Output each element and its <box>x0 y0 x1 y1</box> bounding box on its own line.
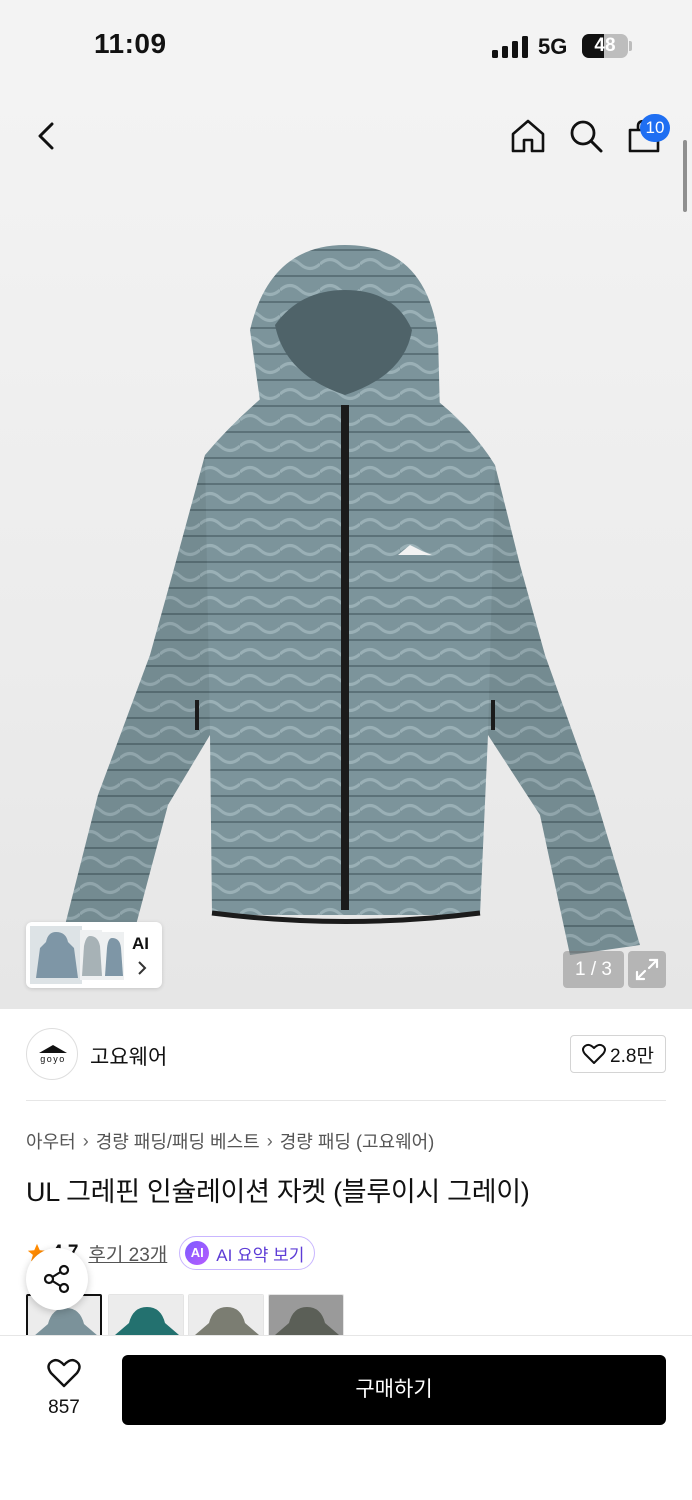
chevron-right-icon <box>138 961 147 975</box>
heart-icon <box>582 1043 607 1064</box>
home-icon <box>511 119 545 153</box>
product-title: UL 그레핀 인슐레이션 자켓 (블루이시 그레이) <box>26 1177 530 1207</box>
wishlist-button[interactable]: 857 <box>26 1358 102 1419</box>
battery-level: 48 <box>594 35 616 56</box>
color-option-teal[interactable] <box>108 1294 184 1336</box>
chevron-right-icon: › <box>266 1130 273 1151</box>
brand-like-count: 2.8만 <box>610 1045 654 1067</box>
network-label: 5G <box>538 34 568 59</box>
search-icon <box>570 120 603 153</box>
signal-icon <box>492 36 528 58</box>
breadcrumb-item-outer[interactable]: 아우터 <box>26 1128 76 1154</box>
chevron-right-icon: › <box>82 1130 89 1151</box>
breadcrumb: 아우터 › 경량 패딩/패딩 베스트 › 경량 패딩 (고요웨어) <box>26 1128 434 1154</box>
ai-summary-label: AI 요약 보기 <box>216 1245 305 1265</box>
wishlist-count: 857 <box>48 1397 80 1418</box>
search-button[interactable] <box>564 114 608 158</box>
back-button[interactable] <box>24 114 68 158</box>
ai-label: AI <box>132 934 149 953</box>
ai-badge-icon: AI <box>185 1241 210 1265</box>
page-scrollbar[interactable] <box>683 140 687 212</box>
color-option-dark-gray[interactable] <box>268 1294 344 1336</box>
brand-like-button[interactable]: 2.8만 <box>570 1035 666 1073</box>
review-count-link[interactable]: 후기 23개 <box>88 1240 167 1267</box>
product-image <box>60 245 640 955</box>
brand-logo[interactable]: goyo <box>26 1028 78 1080</box>
product-image-gallery[interactable] <box>0 95 692 1009</box>
goyo-logo: goyo <box>39 1045 67 1064</box>
share-button[interactable] <box>26 1248 88 1310</box>
cart-count-badge: 10 <box>640 114 670 142</box>
image-counter: 1 / 3 <box>563 951 624 988</box>
breadcrumb-item-light-padding[interactable]: 경량 패딩/패딩 베스트 <box>96 1128 260 1154</box>
expand-icon <box>635 958 659 981</box>
status-time: 11:09 <box>94 28 167 59</box>
share-icon <box>43 1264 70 1294</box>
breadcrumb-item-brand-padding[interactable]: 경량 패딩 (고요웨어) <box>280 1128 434 1154</box>
battery-tip <box>629 41 632 51</box>
buy-button[interactable]: 구매하기 <box>122 1355 666 1425</box>
brand-name[interactable]: 고요웨어 <box>90 1041 167 1071</box>
back-icon <box>38 122 54 150</box>
ai-image-thumbnails[interactable]: AI <box>26 922 162 988</box>
heart-icon <box>47 1358 81 1388</box>
svg-text:goyo: goyo <box>40 1054 66 1064</box>
color-option-olive[interactable] <box>188 1294 264 1336</box>
battery-icon: 48 <box>582 34 628 58</box>
home-button[interactable] <box>506 114 550 158</box>
ai-summary-button[interactable]: AI AI 요약 보기 <box>179 1236 316 1270</box>
divider <box>26 1100 666 1101</box>
status-bar: 11:09 5G 48 <box>0 0 692 95</box>
jacket-thumbnail-images <box>30 926 124 984</box>
fullscreen-button[interactable] <box>628 951 666 988</box>
